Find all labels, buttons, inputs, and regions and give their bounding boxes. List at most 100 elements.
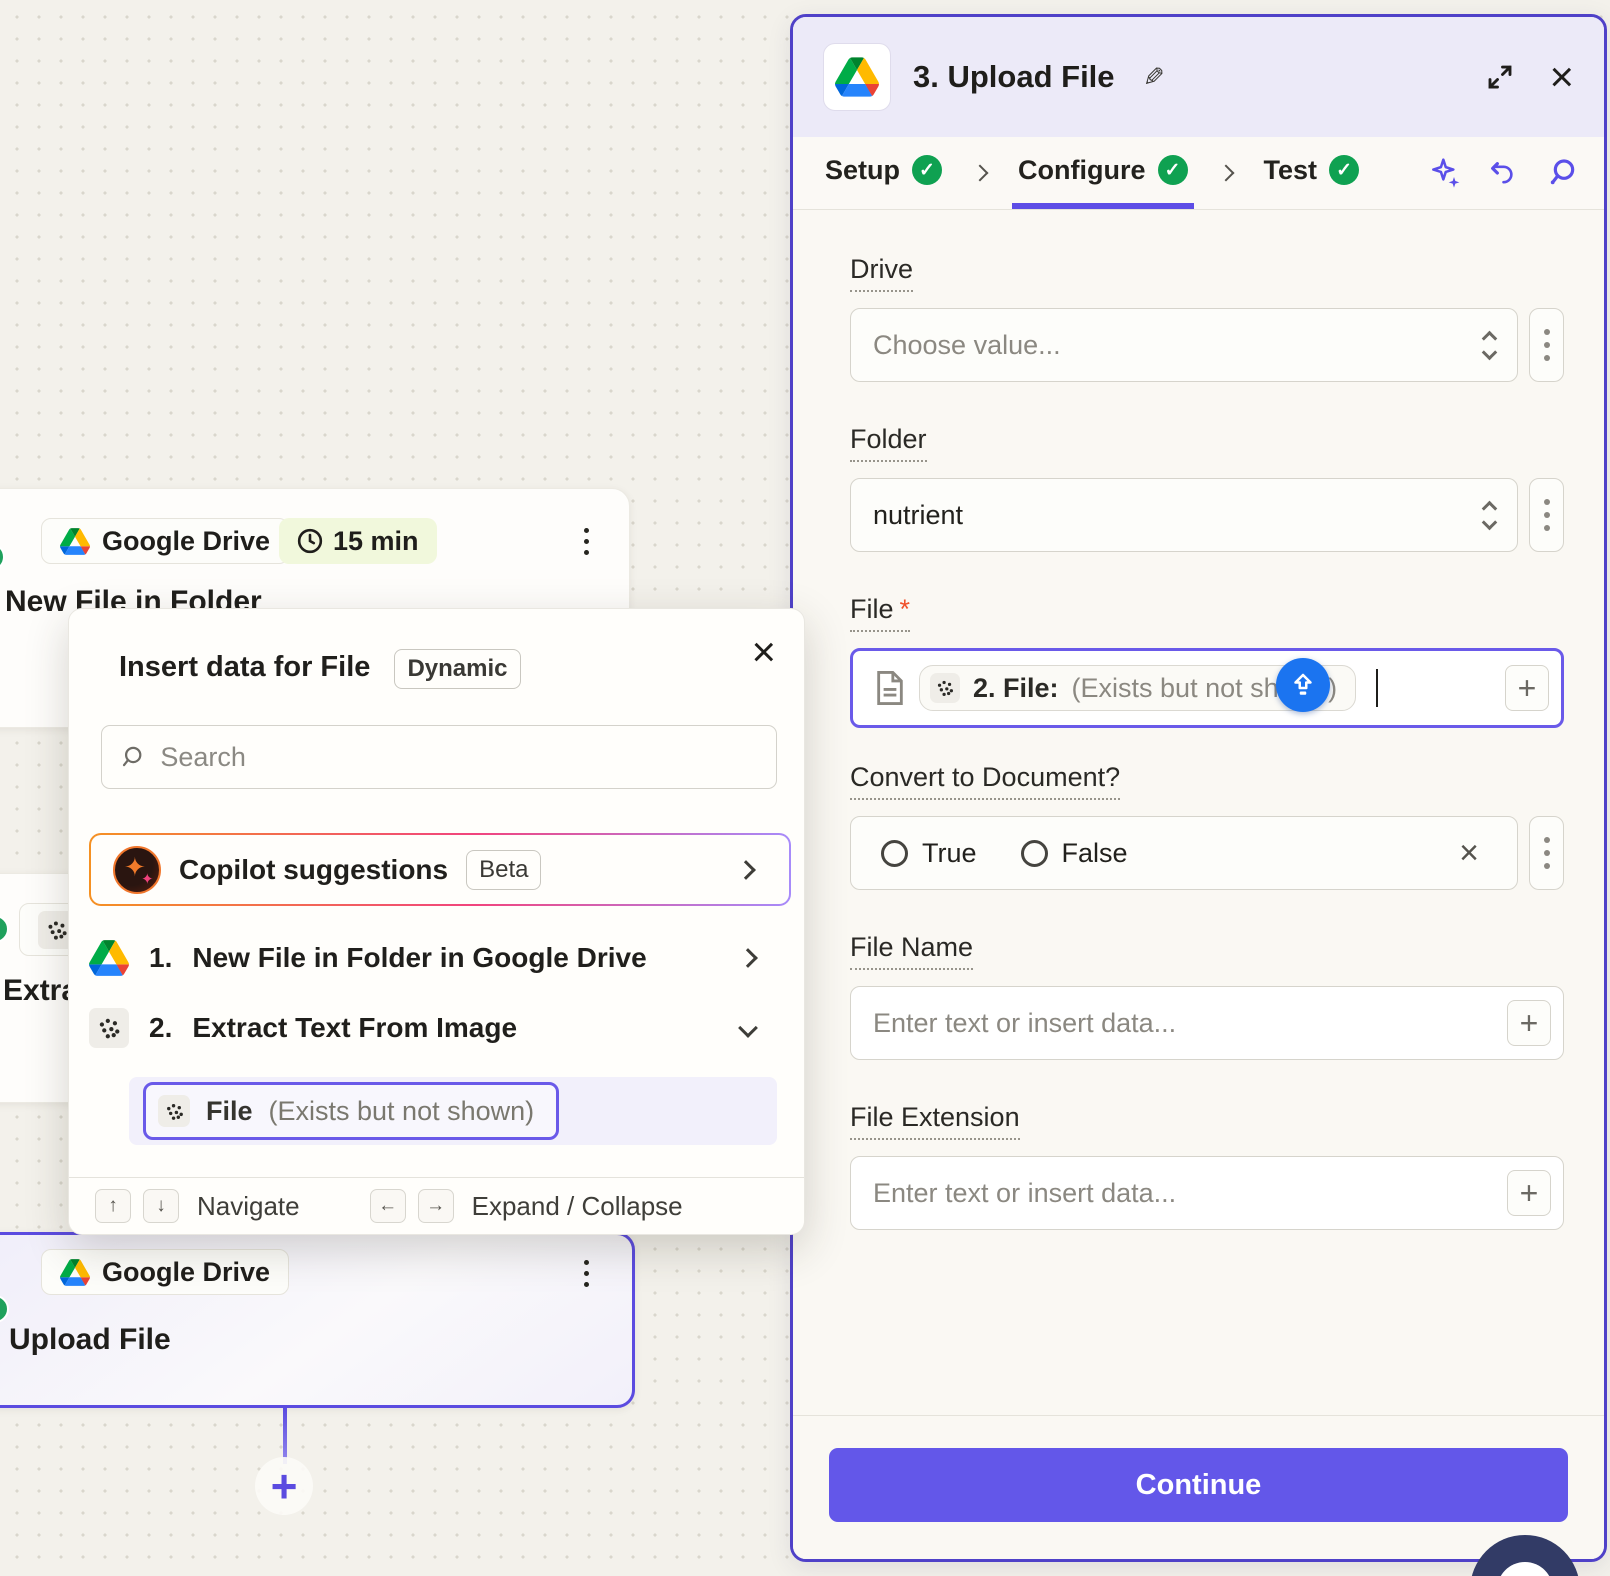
app-pill-google-drive[interactable]: Google Drive [41, 1249, 289, 1295]
panel-footer: Continue [793, 1415, 1604, 1559]
tab-setup[interactable]: Setup ✓ [819, 137, 948, 209]
extract-app-icon [930, 673, 960, 703]
item-number: 2. [149, 1012, 172, 1044]
continue-button[interactable]: Continue [829, 1448, 1568, 1522]
card-menu-kebab[interactable] [583, 528, 589, 561]
card-menu-kebab[interactable] [583, 1260, 589, 1293]
folder-field-menu[interactable] [1529, 478, 1564, 552]
clear-value-icon[interactable]: × [1459, 834, 1479, 873]
tab-test[interactable]: Test ✓ [1258, 137, 1366, 209]
upload-card[interactable]: Google Drive Upload File [0, 1232, 635, 1408]
search-icon [120, 744, 144, 770]
upload-card-title: Upload File [9, 1323, 171, 1357]
radio-true-label: True [922, 838, 977, 869]
copilot-icon: ✦ ✦ [113, 846, 161, 894]
item-label: Extract Text From Image [192, 1012, 517, 1044]
plus-icon: + [1520, 1175, 1539, 1212]
google-drive-app-icon [823, 43, 891, 111]
close-panel-icon[interactable]: × [1549, 56, 1574, 98]
step-tabbar: Setup ✓ Configure ✓ Test ✓ [793, 137, 1604, 210]
timer-pill[interactable]: 15 min [279, 518, 437, 564]
left-arrow-icon: ← [378, 1195, 397, 1217]
google-drive-icon [60, 1259, 90, 1286]
expand-panel-icon[interactable] [1485, 62, 1515, 92]
expand-collapse-label: Expand / Collapse [472, 1191, 683, 1222]
step-status-dot [0, 915, 9, 943]
ai-sparkle-icon[interactable] [1430, 157, 1462, 189]
convert-label: Convert to Document? [850, 762, 1120, 800]
undo-icon[interactable] [1488, 157, 1520, 189]
insert-data-popup: Insert data for File Dynamic × ✦ ✦ Copil… [68, 608, 805, 1235]
check-icon: ✓ [912, 155, 942, 185]
chevron-right-icon [736, 860, 756, 880]
search-step-icon[interactable] [1546, 157, 1578, 189]
folder-select[interactable]: nutrient [850, 478, 1518, 552]
step-config-panel: 3. Upload File ✎ × Setup ✓ Configure ✓ T… [790, 14, 1607, 1562]
flow-connector [283, 1408, 287, 1464]
collapse-left-button[interactable]: ← [370, 1189, 406, 1223]
timer-label: 15 min [333, 526, 419, 557]
upload-icon [1288, 670, 1318, 700]
navigate-down-button[interactable]: ↓ [143, 1189, 179, 1223]
file-extension-input[interactable] [873, 1178, 1493, 1209]
search-box[interactable] [101, 725, 777, 789]
google-drive-icon [89, 940, 129, 976]
chevron-down-icon [738, 1018, 758, 1038]
required-asterisk: * [900, 594, 911, 624]
select-chevrons-icon [1484, 503, 1495, 528]
add-step-button[interactable]: + [255, 1457, 313, 1515]
radio-false[interactable] [1021, 840, 1048, 867]
close-icon[interactable]: × [751, 631, 776, 673]
edit-title-icon[interactable]: ✎ [1143, 62, 1165, 93]
search-input[interactable] [160, 742, 758, 773]
chevron-right-icon [972, 165, 989, 182]
token-prefix: 2. File: [973, 673, 1059, 704]
clock-icon [297, 528, 323, 554]
insert-data-button[interactable]: + [1507, 1000, 1551, 1046]
file-label: File* [850, 594, 910, 632]
popup-title: Insert data for File Dynamic [119, 649, 521, 689]
drive-placeholder: Choose value... [873, 330, 1061, 361]
radio-true[interactable] [881, 840, 908, 867]
expand-right-button[interactable]: → [418, 1189, 454, 1223]
copilot-label: Copilot suggestions [179, 854, 448, 886]
folder-label: Folder [850, 424, 927, 462]
beta-badge: Beta [466, 850, 541, 890]
app-pill-label: Google Drive [102, 1257, 270, 1288]
token-label: File [206, 1096, 253, 1127]
configure-form: Drive Choose value... Folder nutrient [793, 210, 1604, 1272]
help-widget-inner [1497, 1562, 1553, 1576]
drive-select[interactable]: Choose value... [850, 308, 1518, 382]
extract-app-icon [89, 1008, 129, 1048]
app-pill-label: Google Drive [102, 526, 270, 557]
radio-false-label: False [1062, 838, 1128, 869]
drive-field-menu[interactable] [1529, 308, 1564, 382]
chevron-right-icon [738, 948, 758, 968]
document-icon [875, 671, 905, 705]
dynamic-badge: Dynamic [394, 649, 520, 689]
app-pill-google-drive[interactable]: Google Drive [41, 518, 289, 564]
insert-data-button[interactable]: + [1507, 1170, 1551, 1216]
upload-file-badge [1276, 658, 1330, 712]
panel-title: 3. Upload File [913, 59, 1115, 95]
data-source-item-1[interactable]: 1. New File in Folder in Google Drive [89, 927, 791, 989]
check-icon: ✓ [1329, 155, 1359, 185]
step-status-dot [0, 1295, 9, 1323]
down-arrow-icon: ↓ [156, 1195, 166, 1217]
google-drive-icon [60, 528, 90, 555]
up-arrow-icon: ↑ [108, 1195, 118, 1217]
copilot-suggestions-row[interactable]: ✦ ✦ Copilot suggestions Beta [89, 833, 791, 906]
file-extension-label: File Extension [850, 1102, 1020, 1140]
tab-configure[interactable]: Configure ✓ [1012, 137, 1194, 209]
file-name-label: File Name [850, 932, 973, 970]
plus-icon: + [1520, 1005, 1539, 1042]
chevron-right-icon [1217, 165, 1234, 182]
file-input[interactable]: 2. File: (Exists but not shown) + [850, 648, 1564, 728]
navigate-up-button[interactable]: ↑ [95, 1189, 131, 1223]
data-source-item-2[interactable]: 2. Extract Text From Image [89, 997, 791, 1059]
convert-field-menu[interactable] [1529, 816, 1564, 890]
insert-data-button[interactable]: + [1505, 665, 1549, 711]
popup-footer: ↑ ↓ Navigate ← → Expand / Collapse [69, 1177, 804, 1234]
file-name-input[interactable] [873, 1008, 1493, 1039]
file-token-selected[interactable]: File (Exists but not shown) [143, 1082, 559, 1140]
